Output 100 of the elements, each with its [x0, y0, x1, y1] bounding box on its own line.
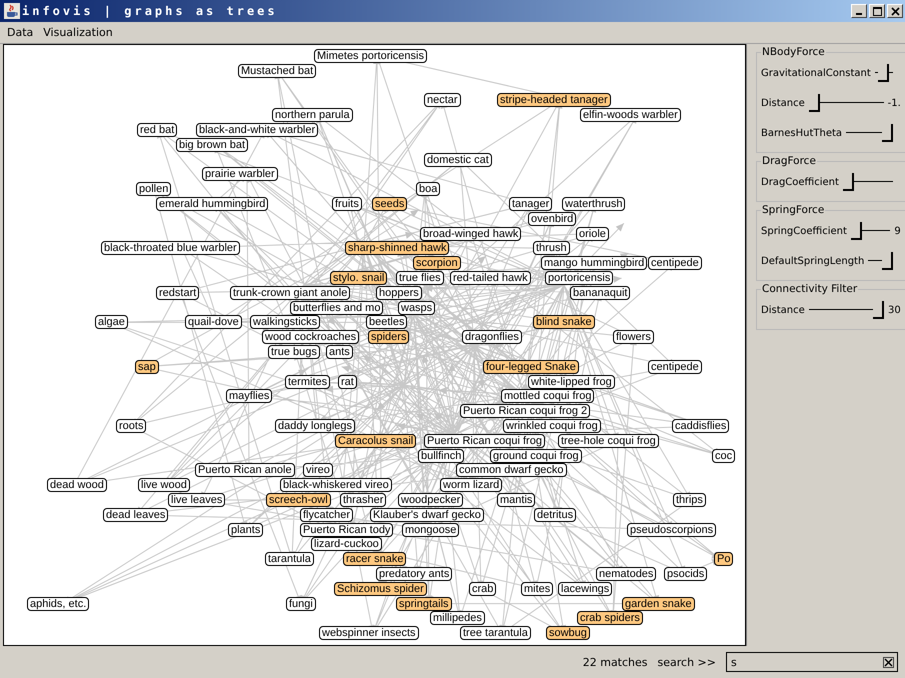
slider[interactable] [850, 222, 890, 240]
graph-node[interactable]: lacewings [558, 582, 612, 596]
graph-node[interactable]: mango hummingbird [541, 256, 648, 270]
graph-node[interactable]: racer snake [343, 552, 406, 566]
graph-node[interactable]: nematodes [596, 567, 656, 581]
graph-node[interactable]: millipedes [430, 611, 485, 626]
graph-node[interactable]: mites [521, 582, 554, 596]
graph-node[interactable]: Mustached bat [238, 64, 316, 78]
graph-node[interactable]: true bugs [268, 345, 320, 359]
graph-node[interactable]: sap [135, 360, 159, 374]
graph-node[interactable]: Schizomus spider [334, 582, 427, 596]
graph-node[interactable]: emerald hummingbird [156, 197, 268, 211]
graph-node[interactable]: white-lipped frog [528, 374, 615, 389]
graph-node[interactable]: common dwarf gecko [456, 463, 567, 478]
graph-node[interactable]: vireo [303, 463, 333, 478]
graph-node[interactable]: tarantula [265, 552, 314, 566]
graph-node[interactable]: red bat [137, 123, 178, 137]
graph-node[interactable]: crab [469, 582, 496, 596]
graph-node[interactable]: caddisflies [672, 419, 730, 433]
graph-node[interactable]: elfin-woods warbler [580, 108, 681, 122]
graph-node[interactable]: dragonflies [462, 330, 522, 344]
graph-node[interactable]: domestic cat [424, 152, 492, 167]
graph-node[interactable]: hoppers [376, 286, 422, 300]
slider[interactable] [808, 301, 884, 319]
graph-node[interactable]: thrasher [340, 493, 386, 507]
graph-node[interactable]: waterthrush [562, 197, 626, 211]
graph-node[interactable]: black-and-white warbler [196, 123, 318, 137]
graph-node[interactable]: daddy longlegs [275, 419, 356, 433]
graph-node[interactable]: redstart [156, 286, 200, 300]
maximize-button[interactable] [869, 4, 885, 18]
graph-node[interactable]: centipede [648, 256, 702, 270]
graph-node[interactable]: red-tailed hawk [450, 271, 531, 285]
graph-node[interactable]: Puerto Rican coqui frog 2 [460, 404, 590, 418]
graph-node[interactable]: tree-hole coqui frog [558, 434, 659, 448]
graph-node[interactable]: sharp-shinned hawk [345, 241, 450, 256]
graph-node[interactable]: walkingsticks [250, 315, 320, 330]
graph-node[interactable]: nectar [424, 93, 461, 108]
graph-node[interactable]: mayflies [226, 389, 272, 404]
graph-node[interactable]: worm lizard [440, 478, 502, 492]
slider[interactable] [846, 124, 893, 142]
graph-node[interactable]: thrips [673, 493, 706, 507]
graph-node[interactable]: Klauber's dwarf gecko [370, 508, 484, 522]
graph-node[interactable]: ants [326, 345, 353, 359]
graph-node[interactable]: broad-winged hawk [420, 226, 522, 241]
slider[interactable] [868, 252, 893, 270]
graph-node[interactable]: ground coqui frog [490, 448, 582, 463]
graph-node[interactable]: garden snake [622, 596, 695, 611]
graph-node[interactable]: bananaquit [570, 286, 630, 300]
graph-node[interactable]: scorpion [413, 256, 461, 270]
graph-node[interactable]: mongoose [402, 522, 460, 537]
graph-node[interactable]: tanager [509, 197, 552, 211]
graph-node[interactable]: fruits [332, 197, 362, 211]
graph-node[interactable]: northern parula [272, 108, 353, 122]
graph-node[interactable]: mantis [497, 493, 536, 507]
graph-node[interactable]: boa [416, 182, 440, 196]
graph-node[interactable]: predatory ants [376, 567, 452, 581]
graph-node[interactable]: blind snake [533, 315, 595, 330]
graph-node[interactable]: pseudoscorpions [627, 522, 716, 537]
graph-node[interactable]: quail-dove [185, 315, 242, 330]
graph-node[interactable]: aphids, etc. [27, 596, 90, 611]
graph-node[interactable]: mottled coqui frog [501, 389, 594, 404]
graph-node[interactable]: live wood [138, 478, 190, 492]
graph-node[interactable]: woodpecker [398, 493, 464, 507]
slider[interactable] [842, 173, 893, 191]
graph-node[interactable]: seeds [372, 197, 408, 211]
graph-node[interactable]: big brown bat [176, 138, 248, 152]
graph-node[interactable]: rat [338, 374, 357, 389]
menu-item[interactable]: Data [3, 25, 38, 40]
graph-node[interactable]: Mimetes portoricensis [314, 49, 427, 63]
graph-node[interactable]: prairie warbler [202, 167, 278, 182]
graph-node[interactable]: four-legged Snake [483, 360, 579, 374]
graph-node[interactable]: portoricensis [545, 271, 614, 285]
graph-node[interactable]: trunk-crown giant anole [230, 286, 350, 300]
search-field[interactable]: s [726, 652, 898, 672]
graph-node[interactable]: Caracolus snail [335, 434, 416, 448]
graph-node[interactable]: dead leaves [103, 508, 168, 522]
graph-node[interactable]: Po [714, 552, 734, 566]
graph-node[interactable]: plants [228, 522, 264, 537]
graph-node[interactable]: black-whiskered vireo [280, 478, 392, 492]
graph-node[interactable]: spiders [368, 330, 410, 344]
graph-node[interactable]: wrinkled coqui frog [503, 419, 601, 433]
graph-node[interactable]: stripe-headed tanager [497, 93, 611, 108]
graph-node[interactable]: thrush [533, 241, 570, 256]
graph-node[interactable]: centipede [648, 360, 702, 374]
graph-node[interactable]: Puerto Rican anole [195, 463, 295, 478]
graph-node[interactable]: flowers [613, 330, 654, 344]
graph-node[interactable]: psocids [664, 567, 708, 581]
graph-node[interactable]: sowbug [546, 626, 590, 640]
graph-node[interactable]: screech-owl [266, 493, 331, 507]
graph-node[interactable]: algae [95, 315, 128, 330]
graph-node[interactable]: fungi [286, 596, 316, 611]
graph-node[interactable]: bullfinch [418, 448, 464, 463]
graph-node[interactable]: pollen [136, 182, 172, 196]
graph-node[interactable]: oriole [576, 226, 609, 241]
graph-node[interactable]: true flies [396, 271, 444, 285]
close-button[interactable] [887, 4, 903, 18]
graph-node[interactable]: springtails [396, 596, 452, 611]
graph-node[interactable]: tree tarantula [460, 626, 531, 640]
slider[interactable] [808, 94, 884, 112]
graph-node[interactable]: webspinner insects [319, 626, 419, 640]
